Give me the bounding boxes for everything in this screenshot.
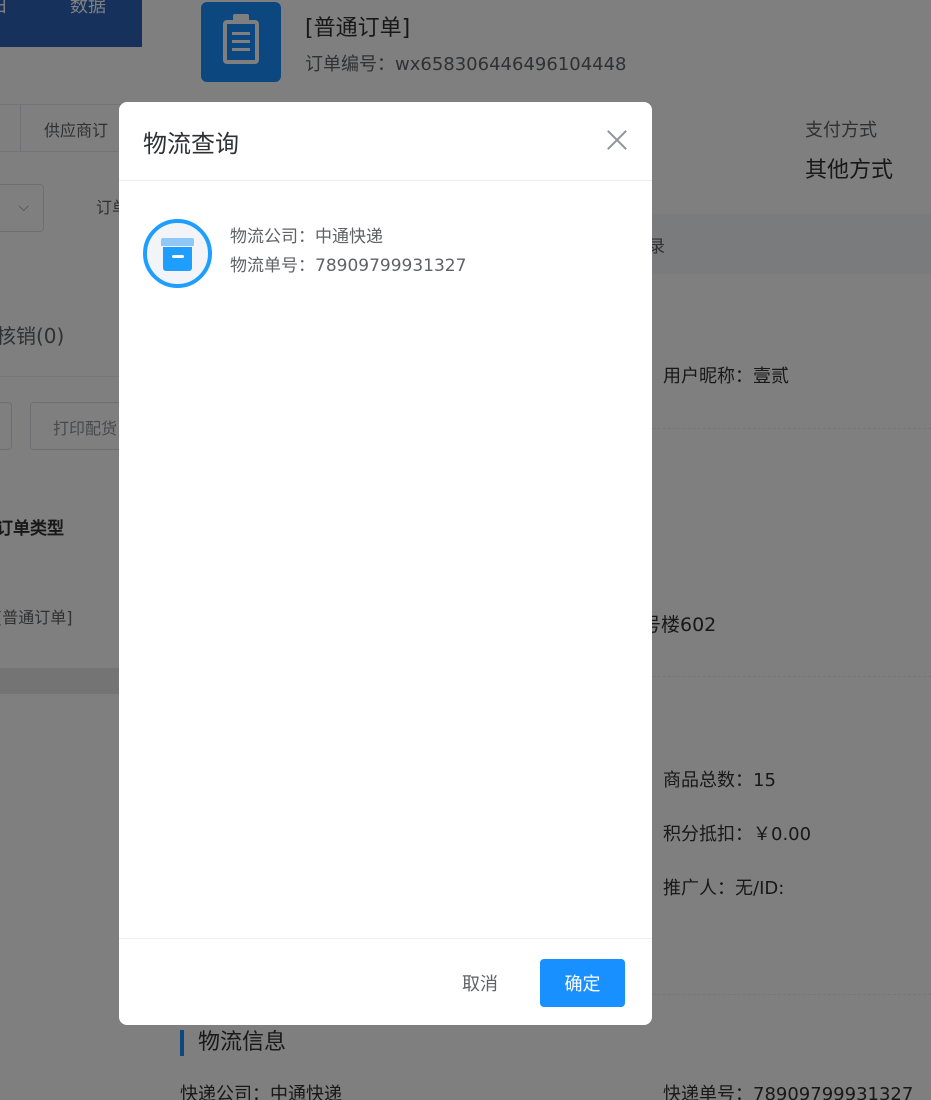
dialog-title: 物流查询	[143, 130, 239, 158]
package-box-icon	[143, 219, 212, 288]
dialog-footer: 取消 确定	[119, 938, 652, 1025]
tracking-number: 物流单号：78909799931327	[230, 256, 467, 276]
cancel-button[interactable]: 取消	[445, 959, 515, 1007]
logistics-query-dialog: 物流查询 物流公司：中通快递 物流单号：78909799931327 取消 确定	[119, 102, 652, 1025]
logistics-company: 物流公司：中通快递	[230, 227, 383, 247]
dialog-header: 物流查询	[119, 102, 652, 181]
close-icon[interactable]	[603, 126, 631, 154]
confirm-button[interactable]: 确定	[540, 959, 625, 1007]
